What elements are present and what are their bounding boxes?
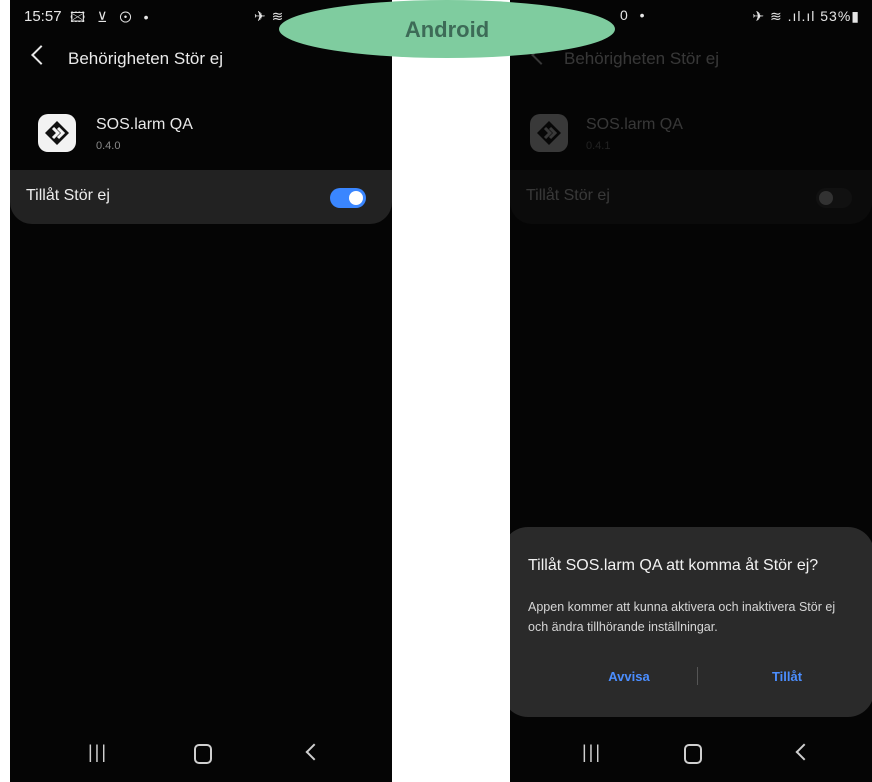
recents-icon[interactable]: ||| bbox=[88, 742, 108, 763]
home-icon[interactable] bbox=[684, 744, 702, 764]
page-title: Behörigheten Stör ej bbox=[68, 49, 223, 68]
status-icons: 0 • bbox=[620, 7, 649, 23]
app-logo-icon bbox=[38, 114, 76, 152]
dialog-message: Appen kommer att kunna aktivera och inak… bbox=[528, 600, 836, 634]
allow-dnd-setting[interactable]: Tillåt Stör ej bbox=[10, 170, 392, 224]
app-info: SOS.larm QA 0.4.1 bbox=[510, 110, 872, 162]
back-nav-icon[interactable] bbox=[795, 743, 813, 761]
allow-dnd-toggle[interactable] bbox=[330, 188, 366, 208]
setting-label: Tillåt Stör ej bbox=[26, 187, 110, 204]
platform-label-banner: Android bbox=[279, 0, 615, 58]
back-arrow-icon[interactable] bbox=[31, 45, 51, 65]
page-title: Behörigheten Stör ej bbox=[564, 49, 719, 68]
deny-button[interactable]: Avvisa bbox=[574, 669, 684, 684]
app-info: SOS.larm QA 0.4.0 bbox=[10, 110, 392, 162]
back-nav-icon[interactable] bbox=[305, 743, 323, 761]
platform-label: Android bbox=[404, 17, 490, 42]
allow-button[interactable]: Tillåt bbox=[732, 669, 842, 684]
home-icon[interactable] bbox=[194, 744, 212, 764]
phone-screen-left: 15:57 🖾 ⊻ ⊙ • ✈ ≋ Behörigheten Stör ej S… bbox=[10, 0, 392, 782]
dialog-title: Tillåt SOS.larm QA att komma åt Stör ej? bbox=[528, 557, 819, 574]
button-divider bbox=[697, 667, 698, 685]
app-name: SOS.larm QA bbox=[586, 116, 683, 133]
status-right-icons: ✈ ≋ .ıl.ıl 53%▮ bbox=[752, 8, 860, 24]
navigation-bar: ||| bbox=[10, 722, 392, 782]
status-icons: 🖾 ⊻ ⊙ • bbox=[70, 9, 153, 25]
allow-dnd-toggle bbox=[816, 188, 852, 208]
app-name: SOS.larm QA bbox=[96, 116, 193, 133]
setting-label: Tillåt Stör ej bbox=[526, 187, 610, 204]
recents-icon[interactable]: ||| bbox=[582, 742, 602, 763]
app-logo-icon bbox=[530, 114, 568, 152]
status-time: 15:57 bbox=[24, 8, 62, 25]
app-version: 0.4.1 bbox=[586, 140, 611, 152]
phone-screen-right: 0 • ✈ ≋ .ıl.ıl 53%▮ Behörigheten Stör ej… bbox=[510, 0, 872, 782]
allow-dnd-setting: Tillåt Stör ej bbox=[510, 170, 872, 224]
app-version: 0.4.0 bbox=[96, 140, 121, 152]
navigation-bar: ||| bbox=[510, 722, 872, 782]
permission-dialog: Tillåt SOS.larm QA att komma åt Stör ej?… bbox=[510, 527, 872, 717]
